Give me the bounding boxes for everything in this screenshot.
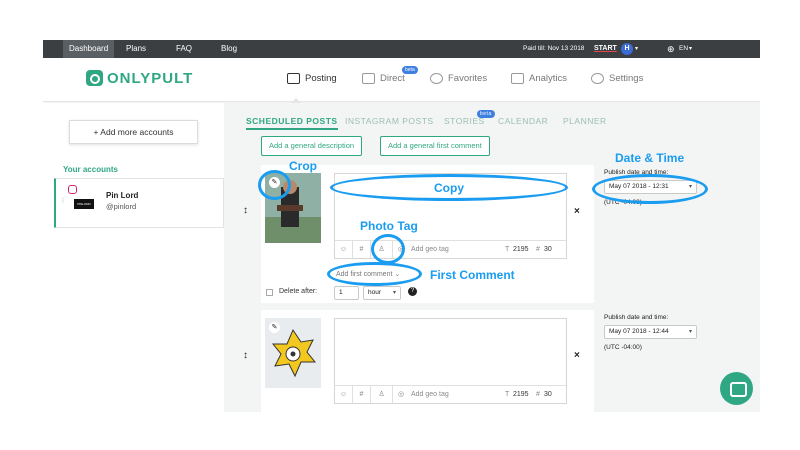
- tab-blog[interactable]: Blog: [215, 40, 243, 58]
- publish-date-select[interactable]: May 07 2018 - 12:44 ▾: [604, 325, 697, 339]
- publish-date-label: Publish date and time:: [604, 314, 669, 321]
- chevron-down-icon[interactable]: ▾: [635, 40, 638, 58]
- date-time-annotation: Date & Time: [615, 151, 685, 165]
- tab-instagram-posts[interactable]: INSTAGRAM POSTS: [345, 116, 434, 126]
- delete-after-checkbox[interactable]: [266, 289, 273, 296]
- tab-faq[interactable]: FAQ: [170, 40, 198, 58]
- caption-input[interactable]: ☺ # ♙ ◎ Add geo tag T 2195 # 30: [334, 318, 567, 404]
- user-avatar[interactable]: H: [621, 43, 633, 55]
- logo-text: ONLYPULT: [107, 70, 194, 87]
- date-time-highlight: [592, 174, 708, 204]
- caption-toolbar: ☺ # ♙ ◎ Add geo tag T 2195 # 30: [335, 385, 566, 403]
- crop-highlight: [258, 170, 291, 200]
- account-card[interactable]: ⋮ PINLORD Pin Lord @pinlord: [54, 178, 224, 228]
- scheduled-post-card: ↕ ✎ ☺ # ♙ ◎ Add geo tag T 2195 # 30: [243, 310, 594, 412]
- delete-post-button[interactable]: ×: [574, 350, 580, 361]
- first-comment-highlight: [327, 262, 422, 286]
- hashtag-count: 30: [544, 391, 552, 398]
- account-handle: @pinlord: [106, 202, 137, 211]
- hashtag-icon[interactable]: #: [353, 241, 371, 258]
- text-count-icon: T: [505, 391, 510, 398]
- user-tag-icon[interactable]: ♙: [371, 386, 393, 403]
- active-nav-caret: [291, 98, 301, 103]
- text-count-icon: T: [505, 246, 510, 253]
- photo-tag-highlight: [371, 234, 405, 264]
- hashtag-count-icon: #: [536, 246, 540, 253]
- paid-till-text: Paid till: Nov 13 2018: [523, 45, 585, 52]
- hashtag-count: 30: [544, 246, 552, 253]
- add-accounts-button[interactable]: + Add more accounts: [69, 120, 198, 144]
- nav-settings-label: Settings: [609, 73, 644, 84]
- language-select[interactable]: EN: [679, 40, 688, 58]
- first-comment-annotation: First Comment: [430, 268, 515, 282]
- caption-toolbar: ☺ # ♙ ◎ Add geo tag T 2195 # 30: [335, 240, 566, 258]
- delete-after-unit-value: hour: [368, 289, 382, 296]
- tab-plans[interactable]: Plans: [120, 40, 152, 58]
- gear-icon: [591, 72, 604, 84]
- delete-post-button[interactable]: ×: [574, 206, 580, 217]
- sidebar: + Add more accounts Your accounts ⋮ PINL…: [43, 103, 224, 412]
- geo-tag-input[interactable]: Add geo tag: [411, 241, 491, 258]
- account-name: Pin Lord: [106, 191, 139, 200]
- tab-calendar[interactable]: CALENDAR: [498, 116, 548, 126]
- nav-posting[interactable]: Posting: [287, 70, 337, 88]
- top-bar: Dashboard Plans FAQ Blog Paid till: Nov …: [43, 40, 760, 58]
- nav-analytics[interactable]: Analytics: [511, 70, 567, 88]
- photo-tag-annotation: Photo Tag: [360, 219, 418, 233]
- nav-settings[interactable]: Settings: [591, 70, 643, 88]
- your-accounts-heading: Your accounts: [63, 165, 118, 174]
- chart-icon: [511, 72, 524, 84]
- chat-widget-button[interactable]: [720, 372, 753, 405]
- tab-dashboard[interactable]: Dashboard: [63, 40, 115, 58]
- nav-analytics-label: Analytics: [529, 73, 568, 84]
- app-header: ONLYPULT Posting Direct beta Favorites A…: [43, 58, 760, 103]
- delete-after-value-input[interactable]: 1: [334, 286, 359, 300]
- nav-direct[interactable]: Direct beta: [362, 66, 418, 88]
- start-link[interactable]: START: [594, 40, 617, 58]
- account-avatar: PINLORD: [74, 199, 94, 209]
- tab-scheduled-posts[interactable]: SCHEDULED POSTS: [246, 116, 338, 130]
- star-icon: [430, 72, 443, 84]
- tab-planner[interactable]: PLANNER: [563, 116, 607, 126]
- beta-badge: beta: [477, 110, 495, 118]
- hashtag-icon[interactable]: #: [353, 386, 371, 403]
- beta-badge: beta: [402, 66, 418, 74]
- nav-posting-label: Posting: [305, 73, 337, 84]
- add-general-description-button[interactable]: Add a general description: [261, 136, 363, 156]
- nav-favorites[interactable]: Favorites: [430, 70, 487, 88]
- help-icon[interactable]: ?: [408, 287, 417, 296]
- hashtag-count-icon: #: [536, 391, 540, 398]
- add-general-first-comment-button[interactable]: Add a general first comment: [380, 136, 490, 156]
- reorder-handle-icon[interactable]: ↕: [243, 350, 248, 361]
- logo-icon: [86, 70, 103, 86]
- character-count: 2195: [513, 246, 529, 253]
- emoji-icon[interactable]: ☺: [335, 386, 353, 403]
- message-icon: [362, 72, 375, 84]
- location-pin-icon: ◎: [397, 391, 405, 398]
- delete-after-label: Delete after:: [279, 288, 318, 295]
- image-icon: [287, 72, 300, 84]
- publish-date-value: May 07 2018 - 12:44: [609, 328, 669, 335]
- reorder-handle-icon[interactable]: ↕: [243, 205, 248, 216]
- tab-stories[interactable]: STORIES beta: [444, 110, 495, 126]
- crop-edit-icon[interactable]: ✎: [269, 322, 280, 333]
- nav-direct-label: Direct: [380, 73, 405, 84]
- globe-icon[interactable]: ⊕: [667, 40, 675, 58]
- emoji-icon[interactable]: ☺: [335, 241, 353, 258]
- geo-tag-input[interactable]: Add geo tag: [411, 386, 491, 403]
- timezone-label: (UTC -04:00): [604, 344, 642, 351]
- character-count: 2195: [513, 391, 529, 398]
- copy-annotation: Copy: [434, 181, 464, 195]
- chevron-down-icon[interactable]: ▾: [689, 40, 692, 58]
- delete-after-unit-select[interactable]: hour ▾: [363, 286, 401, 300]
- drag-dots-icon: ⋮: [60, 198, 66, 204]
- instagram-icon: [68, 185, 77, 194]
- nav-favorites-label: Favorites: [448, 73, 488, 84]
- crop-annotation: Crop: [289, 159, 317, 173]
